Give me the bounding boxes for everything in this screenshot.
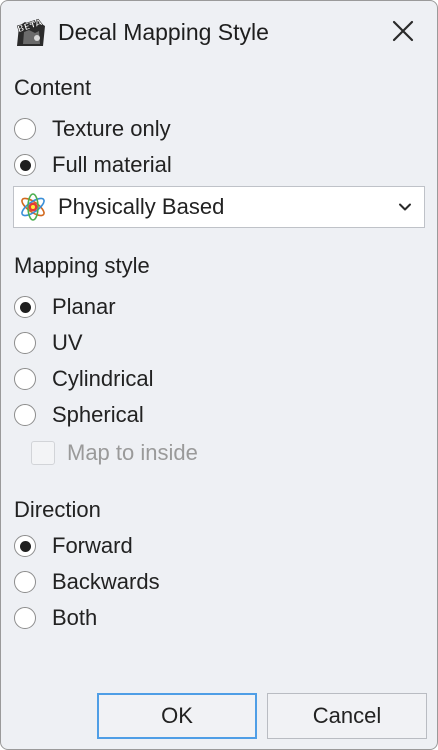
material-type-value: Physically Based <box>58 194 225 219</box>
texture-only-radio[interactable] <box>14 118 36 140</box>
uv-label: UV <box>52 330 83 355</box>
physically-based-material-icon <box>21 193 45 221</box>
radio-forward[interactable]: Forward <box>14 530 133 562</box>
forward-radio[interactable] <box>14 535 36 557</box>
planar-radio[interactable] <box>14 296 36 318</box>
both-label: Both <box>52 605 98 630</box>
cylindrical-label: Cylindrical <box>52 366 154 391</box>
radio-planar[interactable]: Planar <box>14 291 116 323</box>
full-material-label: Full material <box>52 152 172 177</box>
content-section-label: Content <box>14 75 92 100</box>
close-icon[interactable] <box>385 13 421 49</box>
planar-label: Planar <box>52 294 116 319</box>
material-type-select[interactable]: Physically Based <box>13 186 425 228</box>
uv-radio[interactable] <box>14 332 36 354</box>
spherical-radio[interactable] <box>14 404 36 426</box>
radio-full-material[interactable]: Full material <box>14 149 172 181</box>
decal-mapping-style-dialog: BETA Decal Mapping Style Content Texture… <box>0 0 438 750</box>
map-to-inside-label: Map to inside <box>67 440 198 465</box>
radio-both[interactable]: Both <box>14 602 97 634</box>
texture-only-label: Texture only <box>52 116 171 141</box>
both-radio[interactable] <box>14 607 36 629</box>
radio-spherical[interactable]: Spherical <box>14 399 144 431</box>
full-material-radio[interactable] <box>14 154 36 176</box>
radio-cylindrical[interactable]: Cylindrical <box>14 363 153 395</box>
cancel-button[interactable]: Cancel <box>267 693 427 739</box>
radio-texture-only[interactable]: Texture only <box>14 113 171 145</box>
beta-feature-icon: BETA <box>15 16 47 48</box>
chevron-down-icon <box>399 203 411 211</box>
cylindrical-radio[interactable] <box>14 368 36 390</box>
direction-section-label: Direction <box>14 497 101 522</box>
radio-backwards[interactable]: Backwards <box>14 566 160 598</box>
dialog-title: Decal Mapping Style <box>58 19 269 45</box>
map-to-inside-checkbox <box>31 441 55 465</box>
map-to-inside-option: Map to inside <box>31 437 198 469</box>
ok-button[interactable]: OK <box>97 693 257 739</box>
backwards-radio[interactable] <box>14 571 36 593</box>
backwards-label: Backwards <box>52 569 160 594</box>
radio-uv[interactable]: UV <box>14 327 83 359</box>
forward-label: Forward <box>52 533 133 558</box>
spherical-label: Spherical <box>52 402 144 427</box>
title-bar: BETA Decal Mapping Style <box>1 1 437 63</box>
mapping-style-section-label: Mapping style <box>14 253 150 278</box>
